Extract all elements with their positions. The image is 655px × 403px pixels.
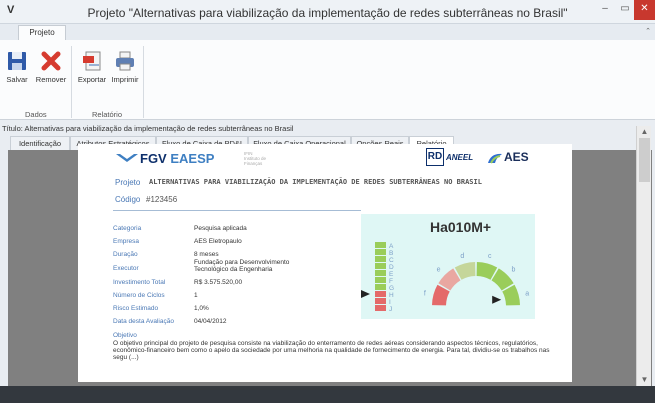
field-value: 1	[194, 292, 198, 299]
rd-logo: RD	[426, 148, 444, 166]
scale-letter: I	[389, 299, 391, 306]
code-label: Código	[115, 195, 141, 204]
ribbon: Salvar Remover Exportar Imprimir Dados R…	[0, 40, 655, 120]
gauge-letter: d	[460, 253, 464, 260]
scale-letter: B	[389, 250, 393, 257]
report-page: FGV EAESP IFIN Instituto de Finanças RD …	[78, 144, 572, 382]
scale-letter: A	[389, 243, 394, 250]
minimize-button[interactable]: –	[594, 0, 616, 20]
scroll-up-icon[interactable]: ▲	[637, 126, 652, 138]
project-title: ALTERNATIVAS PARA VIABILIZAÇÃO DA IMPLEM…	[149, 178, 482, 186]
gauge-letter: e	[437, 267, 441, 274]
remove-label: Remover	[35, 75, 67, 84]
field-value: 8 meses	[194, 251, 219, 258]
save-label: Salvar	[6, 75, 28, 84]
fgv-logo-mark-icon	[116, 154, 138, 162]
status-bar	[0, 386, 655, 403]
scale-letter: C	[389, 257, 394, 264]
document-title: Título: Alternativas para viabilização d…	[2, 124, 294, 133]
scale-letter: E	[389, 271, 394, 278]
print-label: Imprimir	[111, 75, 139, 84]
scale-letter: F	[389, 278, 393, 285]
gauge-letter: b	[512, 267, 516, 274]
field-label: Duração	[113, 251, 138, 258]
field-label: Risco Estimado	[113, 305, 159, 312]
objective-text: O objetivo principal do projeto de pesqu…	[113, 340, 550, 361]
aneel-logo: ANEEL	[446, 153, 474, 162]
red-x-icon	[41, 51, 61, 71]
save-button[interactable]: Salvar	[1, 50, 33, 84]
tab-identificacao[interactable]: Identificação	[10, 136, 70, 151]
project-label: Projeto	[115, 178, 141, 187]
vertical-scrollbar[interactable]: ▲ ▼	[636, 126, 651, 386]
field-label: Investimento Total	[113, 279, 166, 286]
code-value: #123456	[146, 195, 178, 204]
group-separator	[143, 46, 144, 118]
group-label-dados: Dados	[25, 110, 47, 119]
gauge-marker-arrow-icon	[492, 295, 502, 304]
eaesp-text: EAESP	[166, 151, 215, 166]
ribbon-tab-strip: Projeto ⌃	[0, 24, 655, 40]
field-value: 04/04/2012	[194, 318, 227, 325]
scale-bar	[375, 270, 386, 276]
fgv-text: FGV	[140, 151, 167, 166]
maximize-button[interactable]: ▭	[616, 0, 634, 20]
divider	[113, 210, 361, 211]
scale-bar	[375, 242, 386, 248]
objective-label: Objetivo	[113, 332, 137, 339]
scale-bar	[375, 305, 386, 311]
scroll-thumb[interactable]	[639, 138, 650, 182]
scale-bar	[375, 284, 386, 290]
scale-bar	[375, 263, 386, 269]
field-value: 1,0%	[194, 305, 209, 312]
scale-marker-arrow-icon	[361, 290, 370, 298]
gauge-letter: c	[488, 253, 492, 260]
remove-button[interactable]: Remover	[33, 50, 69, 84]
window-title: Projeto "Alternativas para viabilização …	[87, 6, 568, 20]
field-value: R$ 3.575.520,00	[194, 279, 243, 286]
field-label: Categoria	[113, 225, 142, 232]
risk-rating-graphic: ABCDEFGHIJf e d c b a	[361, 242, 529, 313]
close-button[interactable]: ✕	[634, 0, 655, 20]
scale-bar	[375, 298, 386, 304]
gauge-letter: a	[525, 290, 529, 297]
scale-bar	[375, 256, 386, 262]
scale-letter: J	[389, 306, 392, 313]
printer-icon	[116, 51, 134, 71]
field-label: Empresa	[113, 238, 140, 245]
field-value: Pesquisa aplicada	[194, 225, 247, 232]
scroll-down-icon[interactable]: ▼	[637, 374, 652, 386]
gauge-letter: f	[424, 290, 426, 297]
floppy-disk-icon	[8, 52, 26, 70]
aes-logo-mark-icon	[488, 153, 502, 164]
export-button[interactable]: Exportar	[74, 50, 110, 84]
ribbon-tab-projeto[interactable]: Projeto	[18, 25, 66, 40]
field-label: Data desta Avaliação	[113, 318, 174, 325]
field-value: Fundação para Desenvolvimento Tecnológic…	[194, 259, 290, 273]
scale-letter: H	[389, 292, 394, 299]
collapse-ribbon-icon[interactable]: ⌃	[645, 27, 651, 35]
field-value: AES Eletropaulo	[194, 238, 242, 245]
scale-letter: G	[389, 285, 394, 292]
scale-bar	[375, 277, 386, 283]
export-label: Exportar	[77, 75, 107, 84]
scale-bar	[375, 291, 386, 297]
field-label: Número de Ciclos	[113, 292, 165, 299]
title-bar: V Projeto "Alternativas para viabilizaçã…	[0, 0, 655, 24]
scale-bar	[375, 249, 386, 255]
pdf-export-icon	[83, 51, 101, 71]
aes-logo: AES	[504, 150, 529, 164]
field-label: Executor	[113, 265, 139, 272]
group-separator	[71, 46, 72, 118]
group-label-relatorio: Relatório	[92, 110, 123, 119]
ifin-text: IFIN Instituto de Finanças	[244, 151, 267, 166]
scale-letter: D	[389, 264, 394, 271]
print-button[interactable]: Imprimir	[108, 50, 142, 84]
